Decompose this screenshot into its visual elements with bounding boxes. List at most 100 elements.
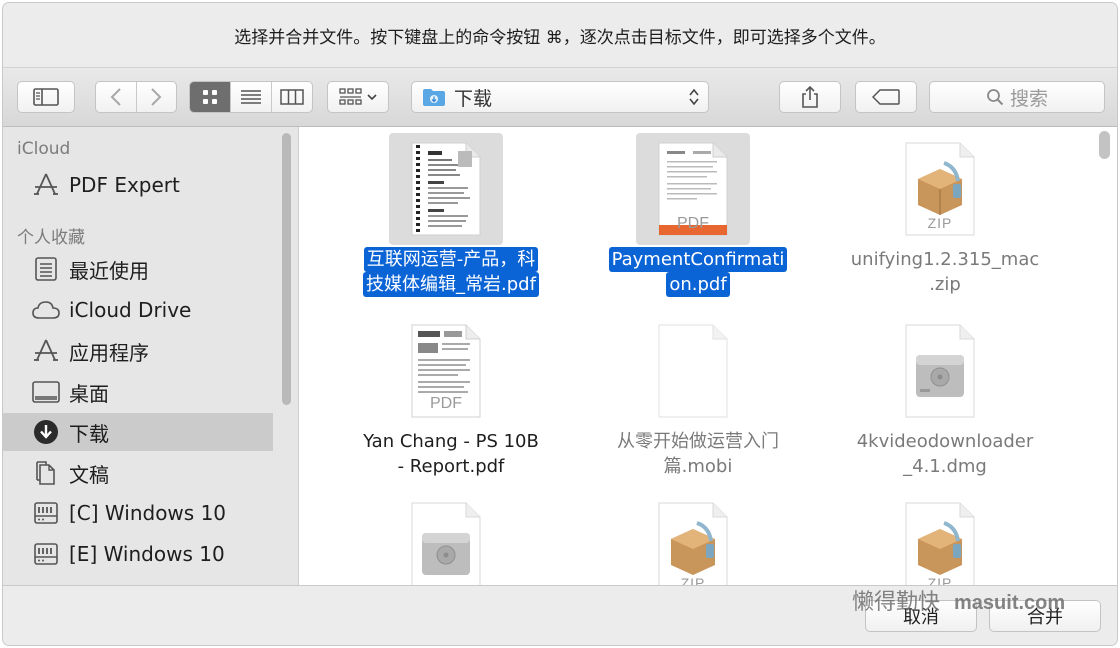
file-name-line: Yan Chang - PS 10B — [363, 431, 539, 452]
thumb-label: PDF — [430, 395, 462, 412]
instruction-message: 选择并合并文件。按下键盘上的命令按钮 ⌘，逐次点击目标文件，即可选择多个文件。 — [234, 27, 886, 48]
sidebar-item-label: 最近使用 — [69, 258, 149, 283]
file-name-line: 从零开始做运营入门 — [617, 431, 779, 452]
sidebar-item-documents[interactable]: 文稿 — [3, 454, 273, 492]
recents-icon — [31, 255, 61, 283]
sidebar-item-label: PDF Expert — [69, 173, 180, 197]
zip-archive-icon: ZIP — [883, 493, 997, 585]
column-view-button[interactable] — [272, 82, 312, 112]
chevron-down-icon — [367, 94, 377, 101]
file-item[interactable]: 4kvideodownloader _4.1.dmg — [821, 309, 1069, 481]
zip-archive-icon: ZIP — [636, 493, 750, 585]
desktop-icon — [31, 378, 61, 406]
thumb-label: ZIP — [680, 575, 706, 585]
file-name-line: .zip — [929, 274, 961, 295]
sidebar-item-label: 桌面 — [69, 381, 109, 406]
sidebar-item-e-windows[interactable]: [E] Windows 10 — [3, 535, 273, 573]
back-forward-group — [95, 81, 177, 113]
pdf-document-icon: PDF — [636, 133, 750, 245]
file-item[interactable]: PDF Yan Chang - PS 10B - Report.pdf — [327, 309, 575, 481]
content-scrollbar[interactable] — [1099, 131, 1110, 159]
sidebar-item-label: [E] Windows 10 — [69, 542, 225, 566]
file-item[interactable]: PDF PaymentConfirmati on.pdf — [574, 127, 822, 299]
file-item[interactable]: ZIP unifying1.2.315_mac .zip — [821, 127, 1069, 299]
instruction-message-bar: 选择并合并文件。按下键盘上的命令按钮 ⌘，逐次点击目标文件，即可选择多个文件。 — [3, 3, 1117, 67]
file-name: 4kvideodownloader _4.1.dmg — [821, 429, 1069, 479]
applications-icon — [31, 337, 61, 365]
share-button[interactable] — [779, 81, 841, 113]
tag-button[interactable] — [855, 81, 917, 113]
sidebar-item-desktop[interactable]: 桌面 — [3, 373, 273, 411]
icon-view-button[interactable] — [190, 82, 231, 112]
up-down-chevron-icon — [689, 88, 699, 106]
sidebar-item-label: 应用程序 — [69, 340, 149, 365]
group-by-button[interactable] — [327, 81, 389, 113]
sidebar-toggle-button[interactable] — [17, 81, 75, 113]
group-icon — [339, 88, 362, 105]
sidebar-toggle-icon — [33, 88, 59, 106]
watermark-text: 懒得勤快 — [852, 590, 941, 615]
sidebar-item-label: 下载 — [69, 421, 109, 446]
sidebar-item-label: [C] Windows 10 — [69, 501, 227, 525]
pdf-resume-icon — [389, 133, 503, 245]
view-mode-group — [189, 81, 313, 113]
file-item[interactable]: 互联网运营-产品，科 技媒体编辑_常岩.pdf — [327, 127, 575, 299]
search-field[interactable]: 搜索 — [929, 81, 1105, 113]
zip-archive-icon: ZIP — [883, 133, 997, 245]
sidebar-item-c-windows[interactable]: [C] Windows 10 — [3, 494, 273, 532]
disk-image-icon — [883, 315, 997, 427]
sidebar-section-icloud: iCloud — [17, 139, 71, 159]
file-browser: 互联网运营-产品，科 技媒体编辑_常岩.pdf PDF PaymentConfi… — [299, 127, 1117, 585]
back-button[interactable] — [96, 82, 137, 112]
share-icon — [802, 85, 818, 108]
list-view-icon — [241, 90, 261, 104]
watermark: 懒得勤快 masuit.com — [852, 584, 1065, 616]
sidebar-item-recents[interactable]: 最近使用 — [3, 250, 273, 288]
file-name: PaymentConfirmati on.pdf — [574, 247, 822, 297]
drive-icon — [31, 499, 61, 527]
file-name-line: PaymentConfirmati — [608, 247, 788, 272]
file-name: Yan Chang - PS 10B - Report.pdf — [327, 429, 575, 479]
file-item[interactable]: ZIP — [821, 487, 1069, 585]
file-item[interactable] — [327, 487, 575, 585]
file-open-dialog: 选择并合并文件。按下键盘上的命令按钮 ⌘，逐次点击目标文件，即可选择多个文件。 — [3, 3, 1117, 645]
sidebar-item-applications[interactable]: 应用程序 — [3, 332, 273, 370]
file-name-line: unifying1.2.315_mac — [850, 249, 1040, 270]
file-name-line: 4kvideodownloader — [856, 431, 1034, 452]
sidebar-item-pdf-expert[interactable]: PDF Expert — [3, 166, 273, 204]
thumb-label: ZIP — [927, 215, 953, 231]
documents-icon — [31, 459, 61, 487]
file-item[interactable]: ZIP — [574, 487, 822, 585]
sidebar-section-favorites: 个人收藏 — [17, 228, 85, 248]
sidebar-item-label: 文稿 — [69, 462, 109, 487]
file-name-line: 技媒体编辑_常岩.pdf — [363, 272, 539, 297]
icon-view-icon — [203, 90, 217, 104]
file-name-line: 篇.mobi — [663, 456, 733, 477]
column-view-icon — [280, 89, 304, 105]
location-popup-button[interactable]: 下载 — [411, 81, 709, 113]
thumb-label: PDF — [677, 215, 709, 232]
file-name-line: - Report.pdf — [397, 456, 505, 477]
file-name: unifying1.2.315_mac .zip — [821, 247, 1069, 297]
forward-icon — [151, 88, 162, 106]
cloud-icon — [31, 296, 61, 324]
file-item[interactable]: 从零开始做运营入门 篇.mobi — [574, 309, 822, 481]
location-label: 下载 — [454, 87, 493, 110]
file-name-line: _4.1.dmg — [903, 456, 987, 477]
file-name-line: on.pdf — [666, 272, 730, 297]
forward-button[interactable] — [137, 82, 177, 112]
search-icon — [987, 89, 1004, 106]
list-view-button[interactable] — [231, 82, 272, 112]
sidebar-scrollbar[interactable] — [282, 133, 291, 405]
search-placeholder: 搜索 — [1009, 87, 1048, 110]
file-name-line: 互联网运营-产品，科 — [363, 247, 539, 272]
sidebar-item-label: iCloud Drive — [69, 298, 192, 322]
disk-image-icon — [389, 493, 503, 585]
watermark-domain: masuit.com — [954, 592, 1066, 614]
sidebar-item-icloud-drive[interactable]: iCloud Drive — [3, 291, 273, 329]
downloads-icon — [31, 418, 61, 446]
tag-icon — [872, 89, 900, 105]
drive-icon — [31, 540, 61, 568]
pdf-report-icon: PDF — [389, 315, 503, 427]
sidebar-item-downloads[interactable]: 下载 — [3, 413, 273, 451]
